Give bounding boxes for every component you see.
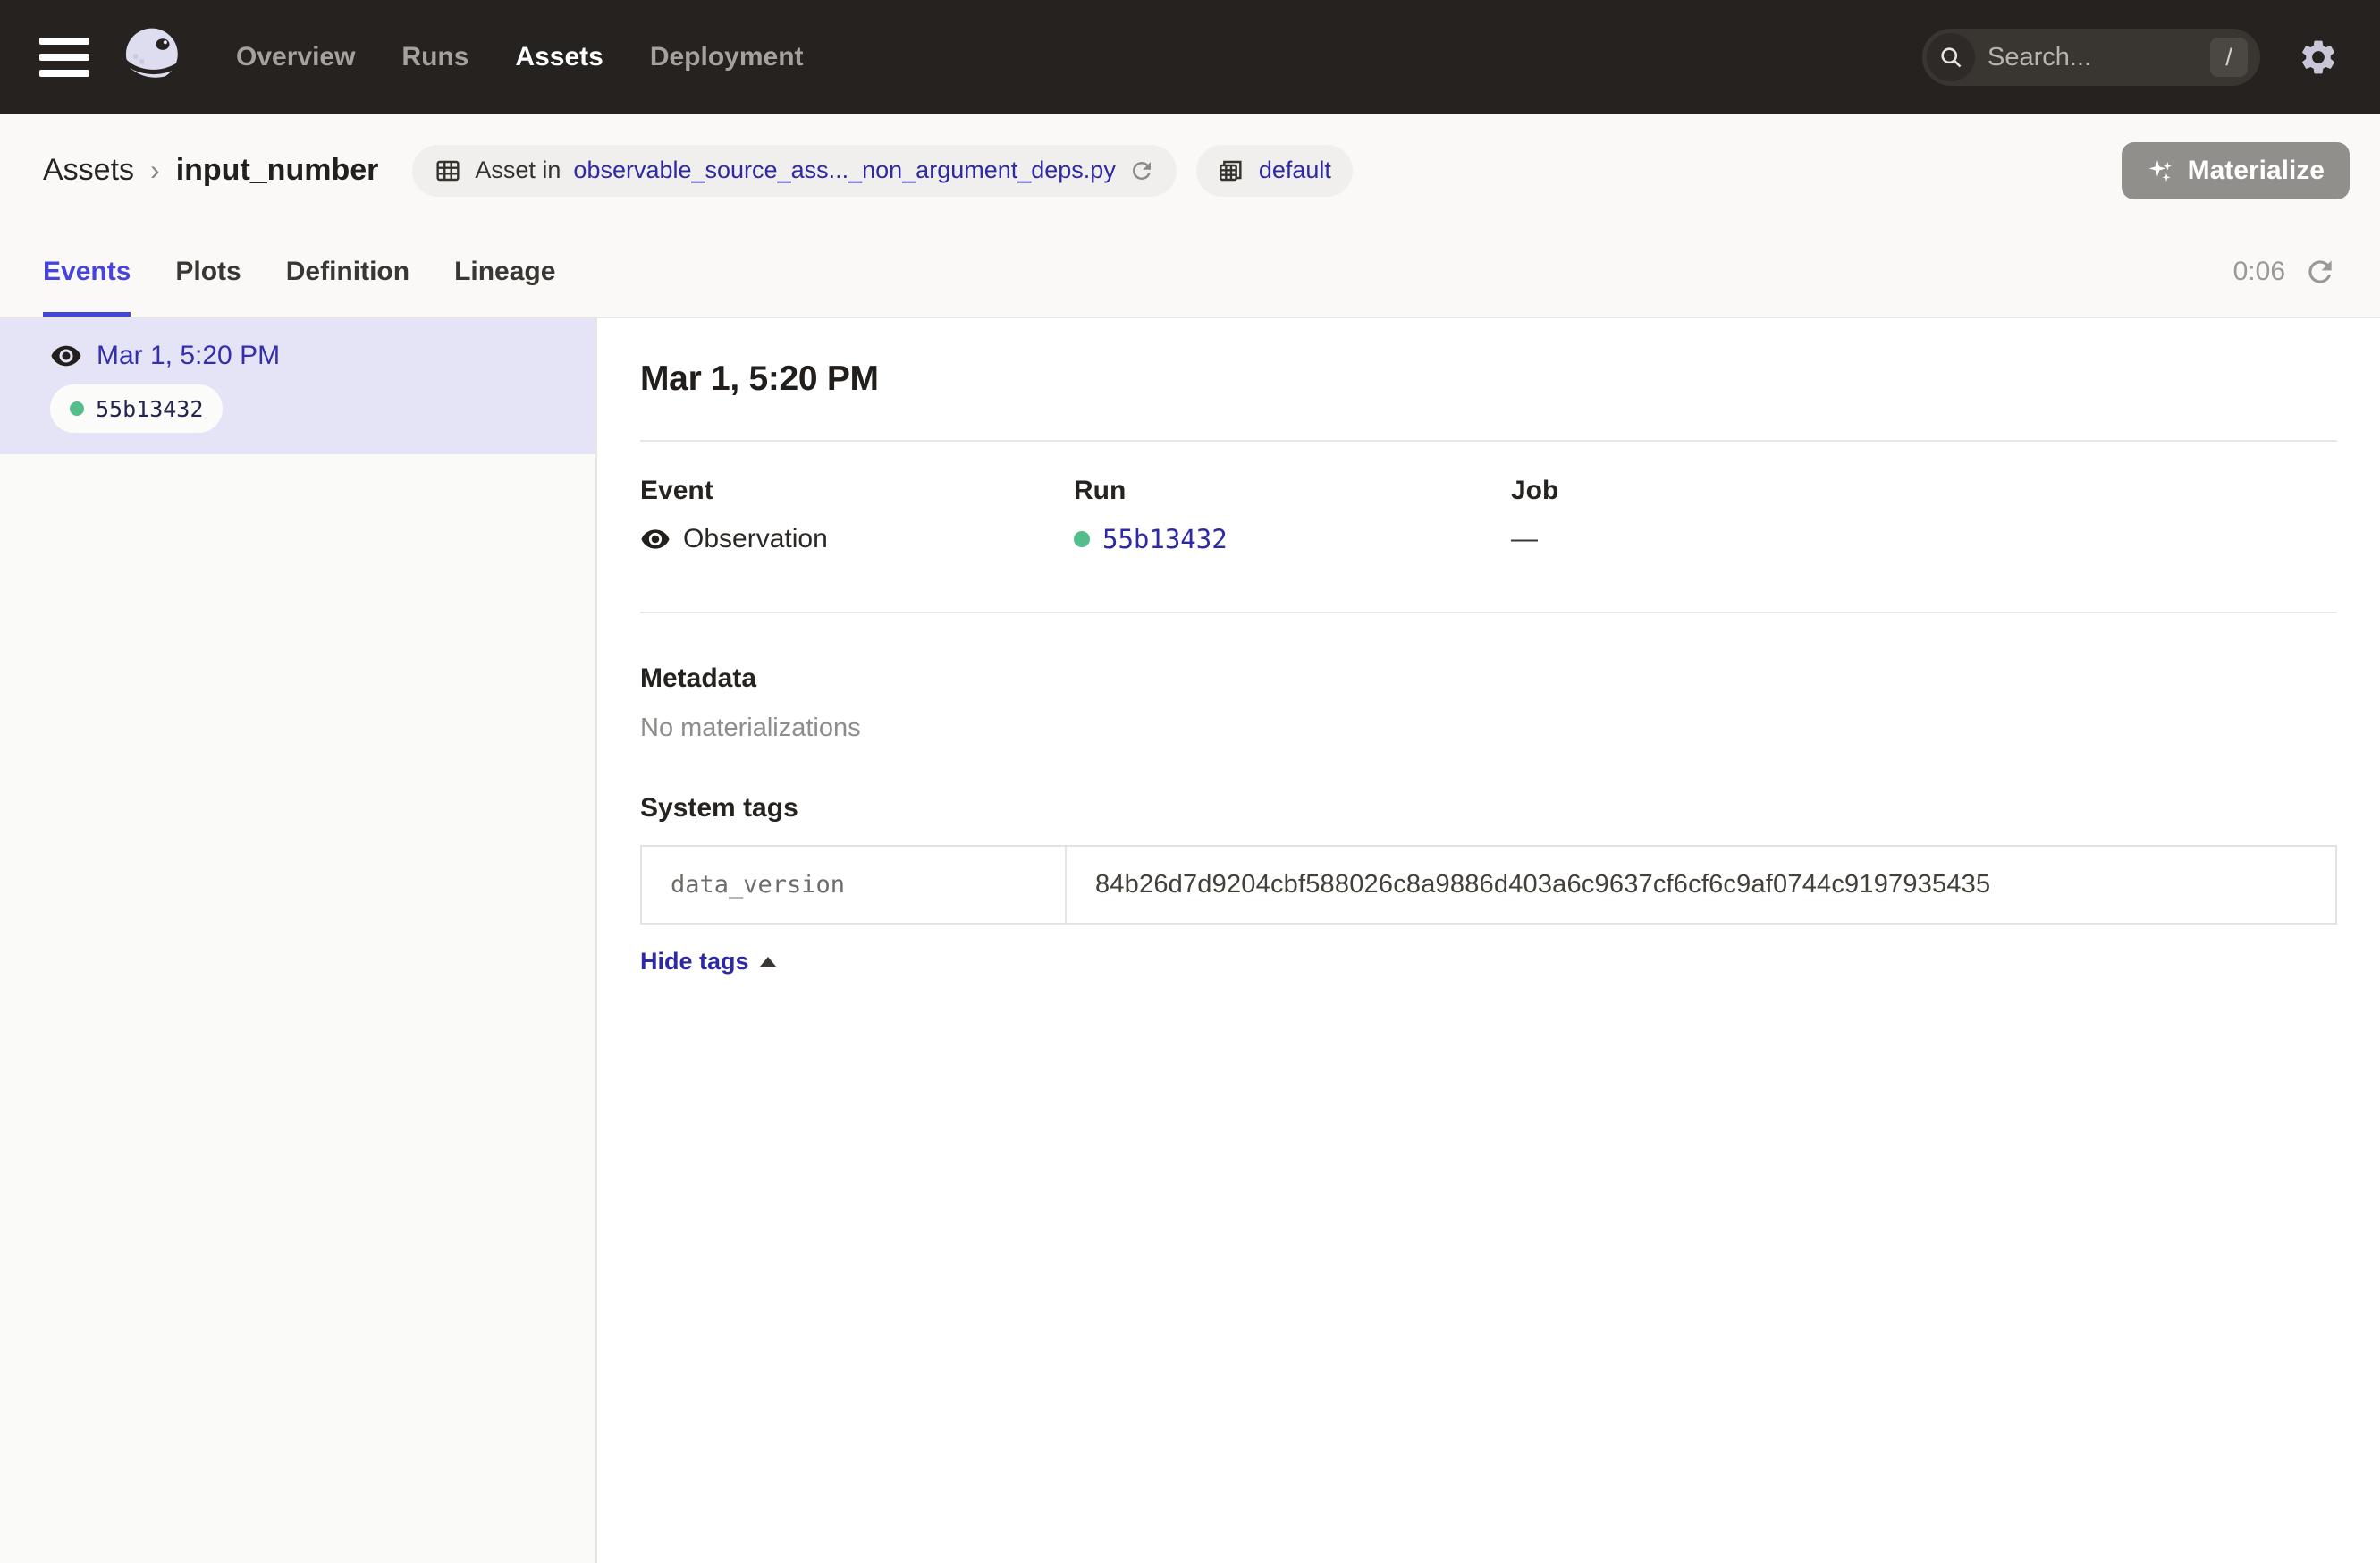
event-type-value: Observation xyxy=(683,524,828,554)
system-tags-table: data_version 84b26d7d9204cbf588026c8a988… xyxy=(640,845,2337,925)
nav-item-deployment[interactable]: Deployment xyxy=(650,42,804,72)
materialize-button[interactable]: Materialize xyxy=(2122,142,2350,199)
run-column: Run 55b13432 xyxy=(1074,476,1511,554)
tabs: Events Plots Definition Lineage xyxy=(43,226,555,317)
run-chip[interactable]: 55b13432 xyxy=(50,384,223,433)
tab-definition[interactable]: Definition xyxy=(286,226,409,317)
asset-definition-chip: Asset in observable_source_ass..._non_ar… xyxy=(412,145,1176,197)
event-list-sidebar: Mar 1, 5:20 PM 55b13432 xyxy=(0,318,597,1563)
caret-up-icon xyxy=(760,957,776,967)
page-title: input_number xyxy=(176,153,379,188)
dagster-logo-icon[interactable] xyxy=(120,24,186,90)
nav-item-overview[interactable]: Overview xyxy=(236,42,355,72)
event-label: Event xyxy=(640,476,1074,506)
sparkle-icon xyxy=(2147,156,2175,185)
run-id: 55b13432 xyxy=(96,396,203,422)
event-list-item[interactable]: Mar 1, 5:20 PM 55b13432 xyxy=(0,318,595,454)
gear-icon[interactable] xyxy=(2296,35,2341,80)
breadcrumb-assets-link[interactable]: Assets xyxy=(43,153,134,188)
materialize-button-label: Materialize xyxy=(2188,156,2325,186)
reload-definitions-icon[interactable] xyxy=(1128,157,1155,184)
refresh-icon[interactable] xyxy=(2303,255,2337,289)
observation-eye-icon xyxy=(50,340,82,372)
search-input[interactable] xyxy=(1975,43,2210,72)
job-empty-value: — xyxy=(1511,524,1538,554)
repo-icon xyxy=(1218,156,1246,185)
tab-plots[interactable]: Plots xyxy=(175,226,241,317)
divider xyxy=(640,440,2337,442)
run-status-dot xyxy=(1074,531,1090,547)
system-tags-heading: System tags xyxy=(640,793,2337,824)
refresh-countdown: 0:06 xyxy=(2233,257,2285,287)
search-icon xyxy=(1927,33,1975,81)
search-shortcut-key: / xyxy=(2210,38,2248,77)
metadata-empty-text: No materializations xyxy=(640,714,2337,743)
divider xyxy=(640,612,2337,613)
event-timestamp: Mar 1, 5:20 PM xyxy=(97,341,280,371)
run-id-link[interactable]: 55b13432 xyxy=(1102,524,1228,554)
tab-events[interactable]: Events xyxy=(43,226,131,317)
job-column: Job — xyxy=(1511,476,2337,554)
table-icon xyxy=(434,156,462,185)
nav-item-runs[interactable]: Runs xyxy=(401,42,468,72)
asset-file-link[interactable]: observable_source_ass..._non_argument_de… xyxy=(573,156,1115,184)
tag-value-cell: 84b26d7d9204cbf588026c8a9886d403a6c9637c… xyxy=(1066,846,2336,924)
asset-tabs-bar: Events Plots Definition Lineage 0:06 xyxy=(0,226,2380,318)
event-detail-panel: Mar 1, 5:20 PM Event Observation Run 55b… xyxy=(597,318,2380,1563)
repository-chip[interactable]: default xyxy=(1196,145,1353,197)
nav-item-assets[interactable]: Assets xyxy=(515,42,603,72)
event-detail-title: Mar 1, 5:20 PM xyxy=(640,359,2337,399)
breadcrumb-separator: › xyxy=(150,154,160,187)
primary-nav: Overview Runs Assets Deployment xyxy=(236,42,804,72)
event-info-grid: Event Observation Run 55b13432 Job — xyxy=(640,476,2337,554)
tag-key-cell: data_version xyxy=(641,846,1066,924)
hamburger-menu-icon[interactable] xyxy=(39,38,89,77)
table-row: data_version 84b26d7d9204cbf588026c8a988… xyxy=(641,846,2336,924)
top-nav: Overview Runs Assets Deployment / xyxy=(0,0,2380,114)
repo-link[interactable]: default xyxy=(1259,156,1331,184)
asset-chip-prefix: Asset in xyxy=(475,156,561,184)
run-status-dot xyxy=(70,401,84,416)
tab-lineage[interactable]: Lineage xyxy=(454,226,555,317)
observation-eye-icon xyxy=(640,524,671,554)
hide-tags-link[interactable]: Hide tags xyxy=(640,948,776,976)
event-column: Event Observation xyxy=(640,476,1074,554)
hide-tags-label: Hide tags xyxy=(640,948,749,976)
metadata-heading: Metadata xyxy=(640,663,2337,694)
search-box[interactable]: / xyxy=(1922,29,2260,86)
job-label: Job xyxy=(1511,476,2337,506)
run-label: Run xyxy=(1074,476,1511,506)
asset-header: Assets › input_number Asset in observabl… xyxy=(0,114,2380,226)
